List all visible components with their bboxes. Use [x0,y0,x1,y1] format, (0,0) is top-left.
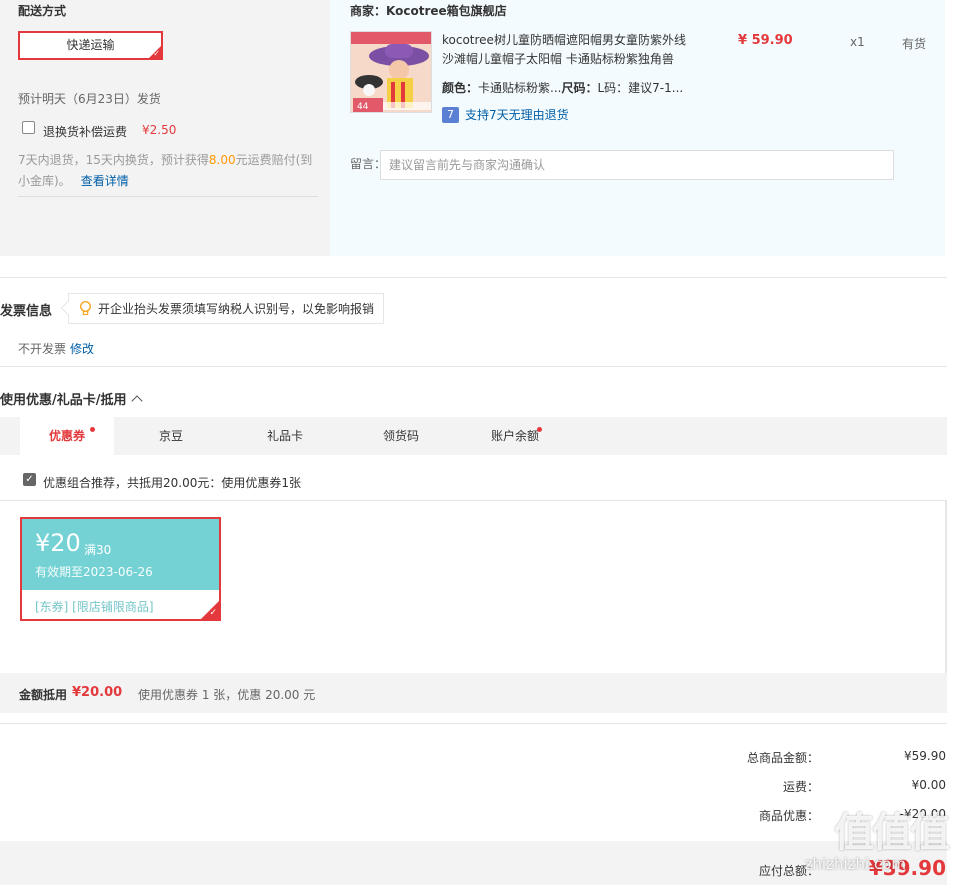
return-insurance-checkbox[interactable] [22,121,35,134]
product-image[interactable]: 44 [350,31,432,113]
coupon-card[interactable]: ¥20 满30 有效期至2023-06-26 [东券] [限店铺限商品] ✓ [20,517,221,621]
freight-value: ¥0.00 [911,778,946,792]
return-detail-link[interactable]: 查看详情 [81,174,129,188]
shipping-estimate: 预计明天（6月23日）发货 [18,92,161,106]
return-desc-prefix: 7天内退货，15天内换货，预计获得 [18,153,209,167]
discount-label: 商品优惠： [758,809,819,823]
invoice-title: 发票信息 [0,304,53,319]
seven-day-return-icon: 7 [442,106,459,123]
watermark-logo: 值值值 [834,810,950,856]
watermark-url: zhizhizhi.com [804,855,906,873]
shipping-section-title: 配送方式 [18,4,67,18]
invoice-tip-text: 开企业抬头发票须填写纳税人识别号，以免影响报销 [98,302,375,316]
coupon-summary-amount: ¥20.00 [72,685,123,700]
lightbulb-icon [80,301,91,316]
return-insurance-price: ¥2.50 [142,123,177,137]
notification-dot-icon [90,427,95,432]
coupon-area-border [0,500,947,501]
recommend-checkbox[interactable]: ✓ [23,473,36,486]
return-desc-amount: 8.00 [208,153,236,167]
tab-label: 京豆 [158,429,183,443]
tab-label: 礼品卡 [266,429,303,443]
return-insurance-label: 退换货补偿运费 [43,125,128,139]
coupon-condition: 满30 [84,543,112,557]
tab-account-balance[interactable]: 账户余额 [468,417,562,455]
tab-coupon[interactable]: 优惠券 [20,417,114,455]
goods-total-value: ¥59.90 [904,749,946,763]
check-icon: ✓ [209,608,217,618]
invoice-value: 不开发票 修改 [18,340,94,357]
product-quantity: x1 [850,35,865,49]
divider [0,723,947,724]
message-input[interactable]: 建议留言前先与商家沟通确认 [380,150,894,180]
shipping-method-button[interactable]: 快递运输 ✓ [18,31,163,60]
tab-label: 优惠券 [48,429,85,443]
coupon-amount: ¥20 [35,529,81,557]
coupon-limit: [东券] [限店铺限商品] [35,600,154,614]
tip-arrow [60,300,76,316]
invoice-tip: 开企业抬头发票须填写纳税人识别号，以免影响报销 [60,293,384,324]
merchant-name: Kocotree箱包旗舰店 [386,4,507,18]
divider [0,366,947,367]
coupon-summary-desc: 使用优惠券 1 张，优惠 20.00 元 [138,688,316,702]
tab-label: 账户余额 [490,429,539,443]
chevron-up-icon [130,395,143,407]
freight-label: 运费： [782,780,819,794]
invoice-edit-link[interactable]: 修改 [70,342,94,356]
coupon-summary-label: 金额抵用 [19,688,68,702]
notification-dot-icon [537,427,542,432]
tab-gift-card[interactable]: 礼品卡 [238,417,332,455]
product-image-tag: 44 [357,102,369,112]
merchant: 商家：Kocotree箱包旗舰店 [350,2,507,19]
check-icon: ✓ [153,49,160,58]
product-stock: 有货 [902,37,927,51]
invoice-value-text: 不开发票 [18,342,67,356]
size-label: 尺码： [561,81,598,95]
product-title[interactable]: kocotree树儿童防晒帽遮阳帽男女童防紫外线沙滩帽儿童帽子太阳帽 卡通贴标粉… [442,31,687,69]
divider [0,277,947,278]
recommend-text: 优惠组合推荐，共抵用20.00元：使用优惠券1张 [43,476,301,490]
tab-jingdou[interactable]: 京豆 [124,417,218,455]
shipping-divider [18,196,318,197]
size-value: L码：建议7-1... [597,81,684,95]
product-attributes: 颜色：卡通贴标粉紫...尺码：L码：建议7-1... [442,79,683,96]
tab-label: 领货码 [382,429,419,443]
shipping-method-label: 快递运输 [66,38,115,52]
coupon-tabbar: 优惠券 京豆 礼品卡 领货码 账户余额 [0,417,947,455]
product-price: ¥ 59.90 [738,33,793,48]
coupon-expiry: 有效期至2023-06-26 [35,565,153,579]
goods-total-label: 总商品金额： [746,751,819,765]
coupon-section-title[interactable]: 使用优惠/礼品卡/抵用 [0,389,143,408]
coupon-area-edge [945,501,947,673]
tab-pickup-code[interactable]: 领货码 [354,417,448,455]
product-image-graphic: 44 [351,32,431,112]
color-label: 颜色： [442,81,479,95]
merchant-label: 商家： [350,4,387,18]
return-service-text: 支持7天无理由退货 [465,108,569,122]
return-insurance-desc: 7天内退货，15天内换货，预计获得8.00元运费赔付(到小金库)。 查看详情 [18,150,323,192]
color-value: 卡通贴标粉紫... [478,81,562,95]
coupon-section-title-text: 使用优惠/礼品卡/抵用 [0,393,127,408]
return-service[interactable]: 7 支持7天无理由退货 [442,106,569,123]
